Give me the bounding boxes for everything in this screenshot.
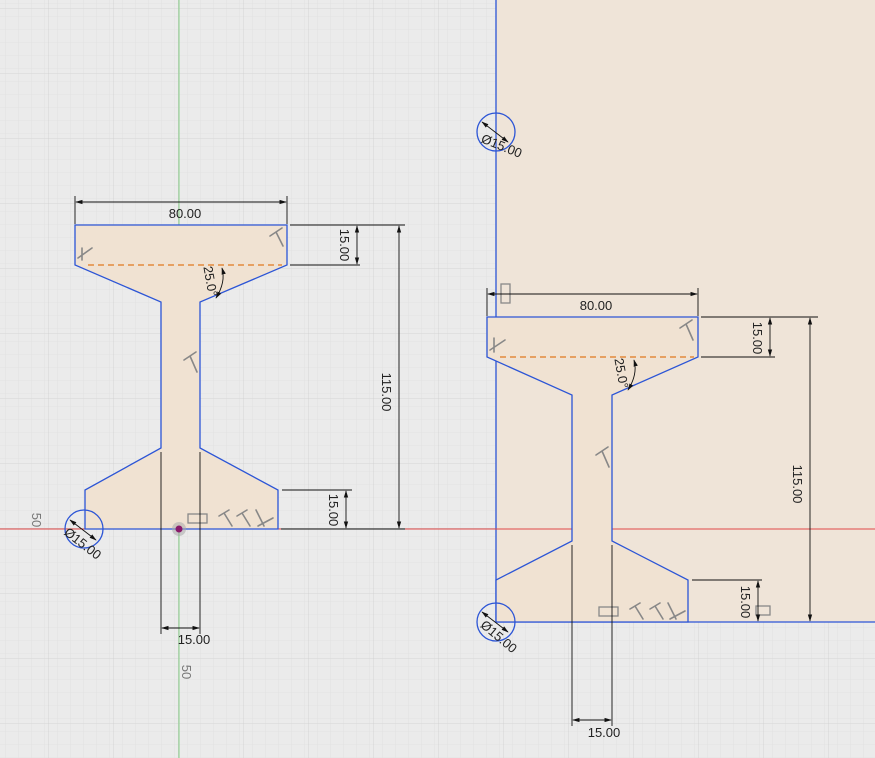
dim-height[interactable]: 115.00 xyxy=(379,373,394,412)
sketch-canvas[interactable]: 80.00 15.00 115.00 15.00 25.0° 15.00 Ø15… xyxy=(0,0,875,758)
dim-flange-bottom[interactable]: 15.00 xyxy=(738,586,753,619)
dim-web[interactable]: 15.00 xyxy=(588,725,621,740)
dim-flange-top[interactable]: 15.00 xyxy=(750,322,765,355)
origin-point-center xyxy=(175,525,183,533)
dim-top-width[interactable]: 80.00 xyxy=(169,206,202,221)
dim-flange-top[interactable]: 15.00 xyxy=(337,229,352,262)
dim-flange-bottom[interactable]: 15.00 xyxy=(326,494,341,527)
dim-top-width[interactable]: 80.00 xyxy=(580,298,613,313)
dim-height[interactable]: 115.00 xyxy=(790,465,805,504)
x-axis-marker: 50 xyxy=(29,513,44,527)
dim-web[interactable]: 15.00 xyxy=(178,632,211,647)
y-axis-marker: 50 xyxy=(179,665,194,679)
